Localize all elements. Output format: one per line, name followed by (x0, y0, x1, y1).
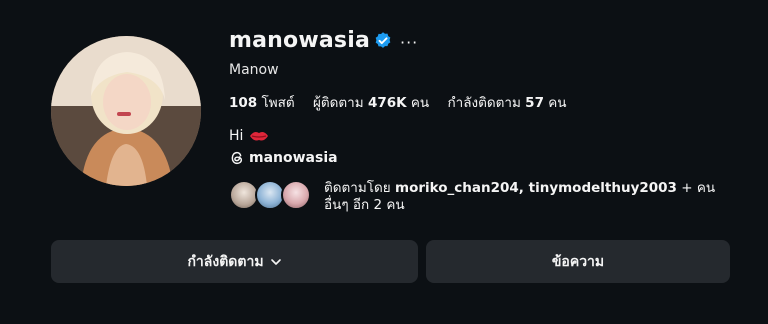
following-unit: คน (548, 95, 567, 111)
following-button[interactable]: กำลังติดตาม (51, 240, 418, 283)
profile-bio: Hi (229, 128, 269, 144)
threads-link[interactable]: manowasia (229, 150, 338, 166)
posts-count-value: 108 (229, 95, 258, 111)
profile-stats: 108 โพสต์ ผู้ติดตาม 476K คน กำลังติดตาม … (229, 91, 581, 113)
following-label: กำลังติดตาม (447, 95, 521, 111)
message-button[interactable]: ข้อความ (426, 240, 730, 283)
message-button-label: ข้อความ (551, 253, 605, 270)
following-count-value: 57 (525, 95, 544, 111)
threads-icon (231, 151, 243, 165)
threads-handle: manowasia (249, 150, 338, 166)
bio-text: Hi (229, 128, 244, 144)
followers-count-value: 476K (367, 95, 407, 111)
follower-avatar (281, 180, 311, 210)
followers-unit: คน (410, 95, 430, 111)
red-lips-icon (250, 132, 269, 141)
following-button-label: กำลังติดตาม (187, 253, 264, 270)
posts-label: โพสต์ (261, 95, 295, 111)
followed-by-names: moriko_chan204, tinymodelthuy2003 (395, 180, 677, 196)
followed-by-text[interactable]: ติดตามโดย moriko_chan204, tinymodelthuy2… (324, 180, 724, 214)
profile-display-name: Manow (229, 62, 279, 78)
verified-badge-icon (375, 32, 391, 48)
posts-count: 108 โพสต์ (229, 95, 299, 111)
profile-avatar[interactable] (51, 36, 201, 186)
followed-by-prefix: ติดตามโดย (324, 180, 396, 196)
more-options-icon[interactable]: ··· (400, 33, 418, 52)
following-link[interactable]: กำลังติดตาม 57 คน (447, 95, 566, 111)
followers-link[interactable]: ผู้ติดตาม 476K คน (313, 95, 434, 111)
chevron-down-icon (270, 258, 281, 265)
profile-username: manowasia (229, 28, 370, 53)
followers-label: ผู้ติดตาม (312, 95, 364, 111)
followed-by-avatars[interactable] (229, 180, 319, 212)
